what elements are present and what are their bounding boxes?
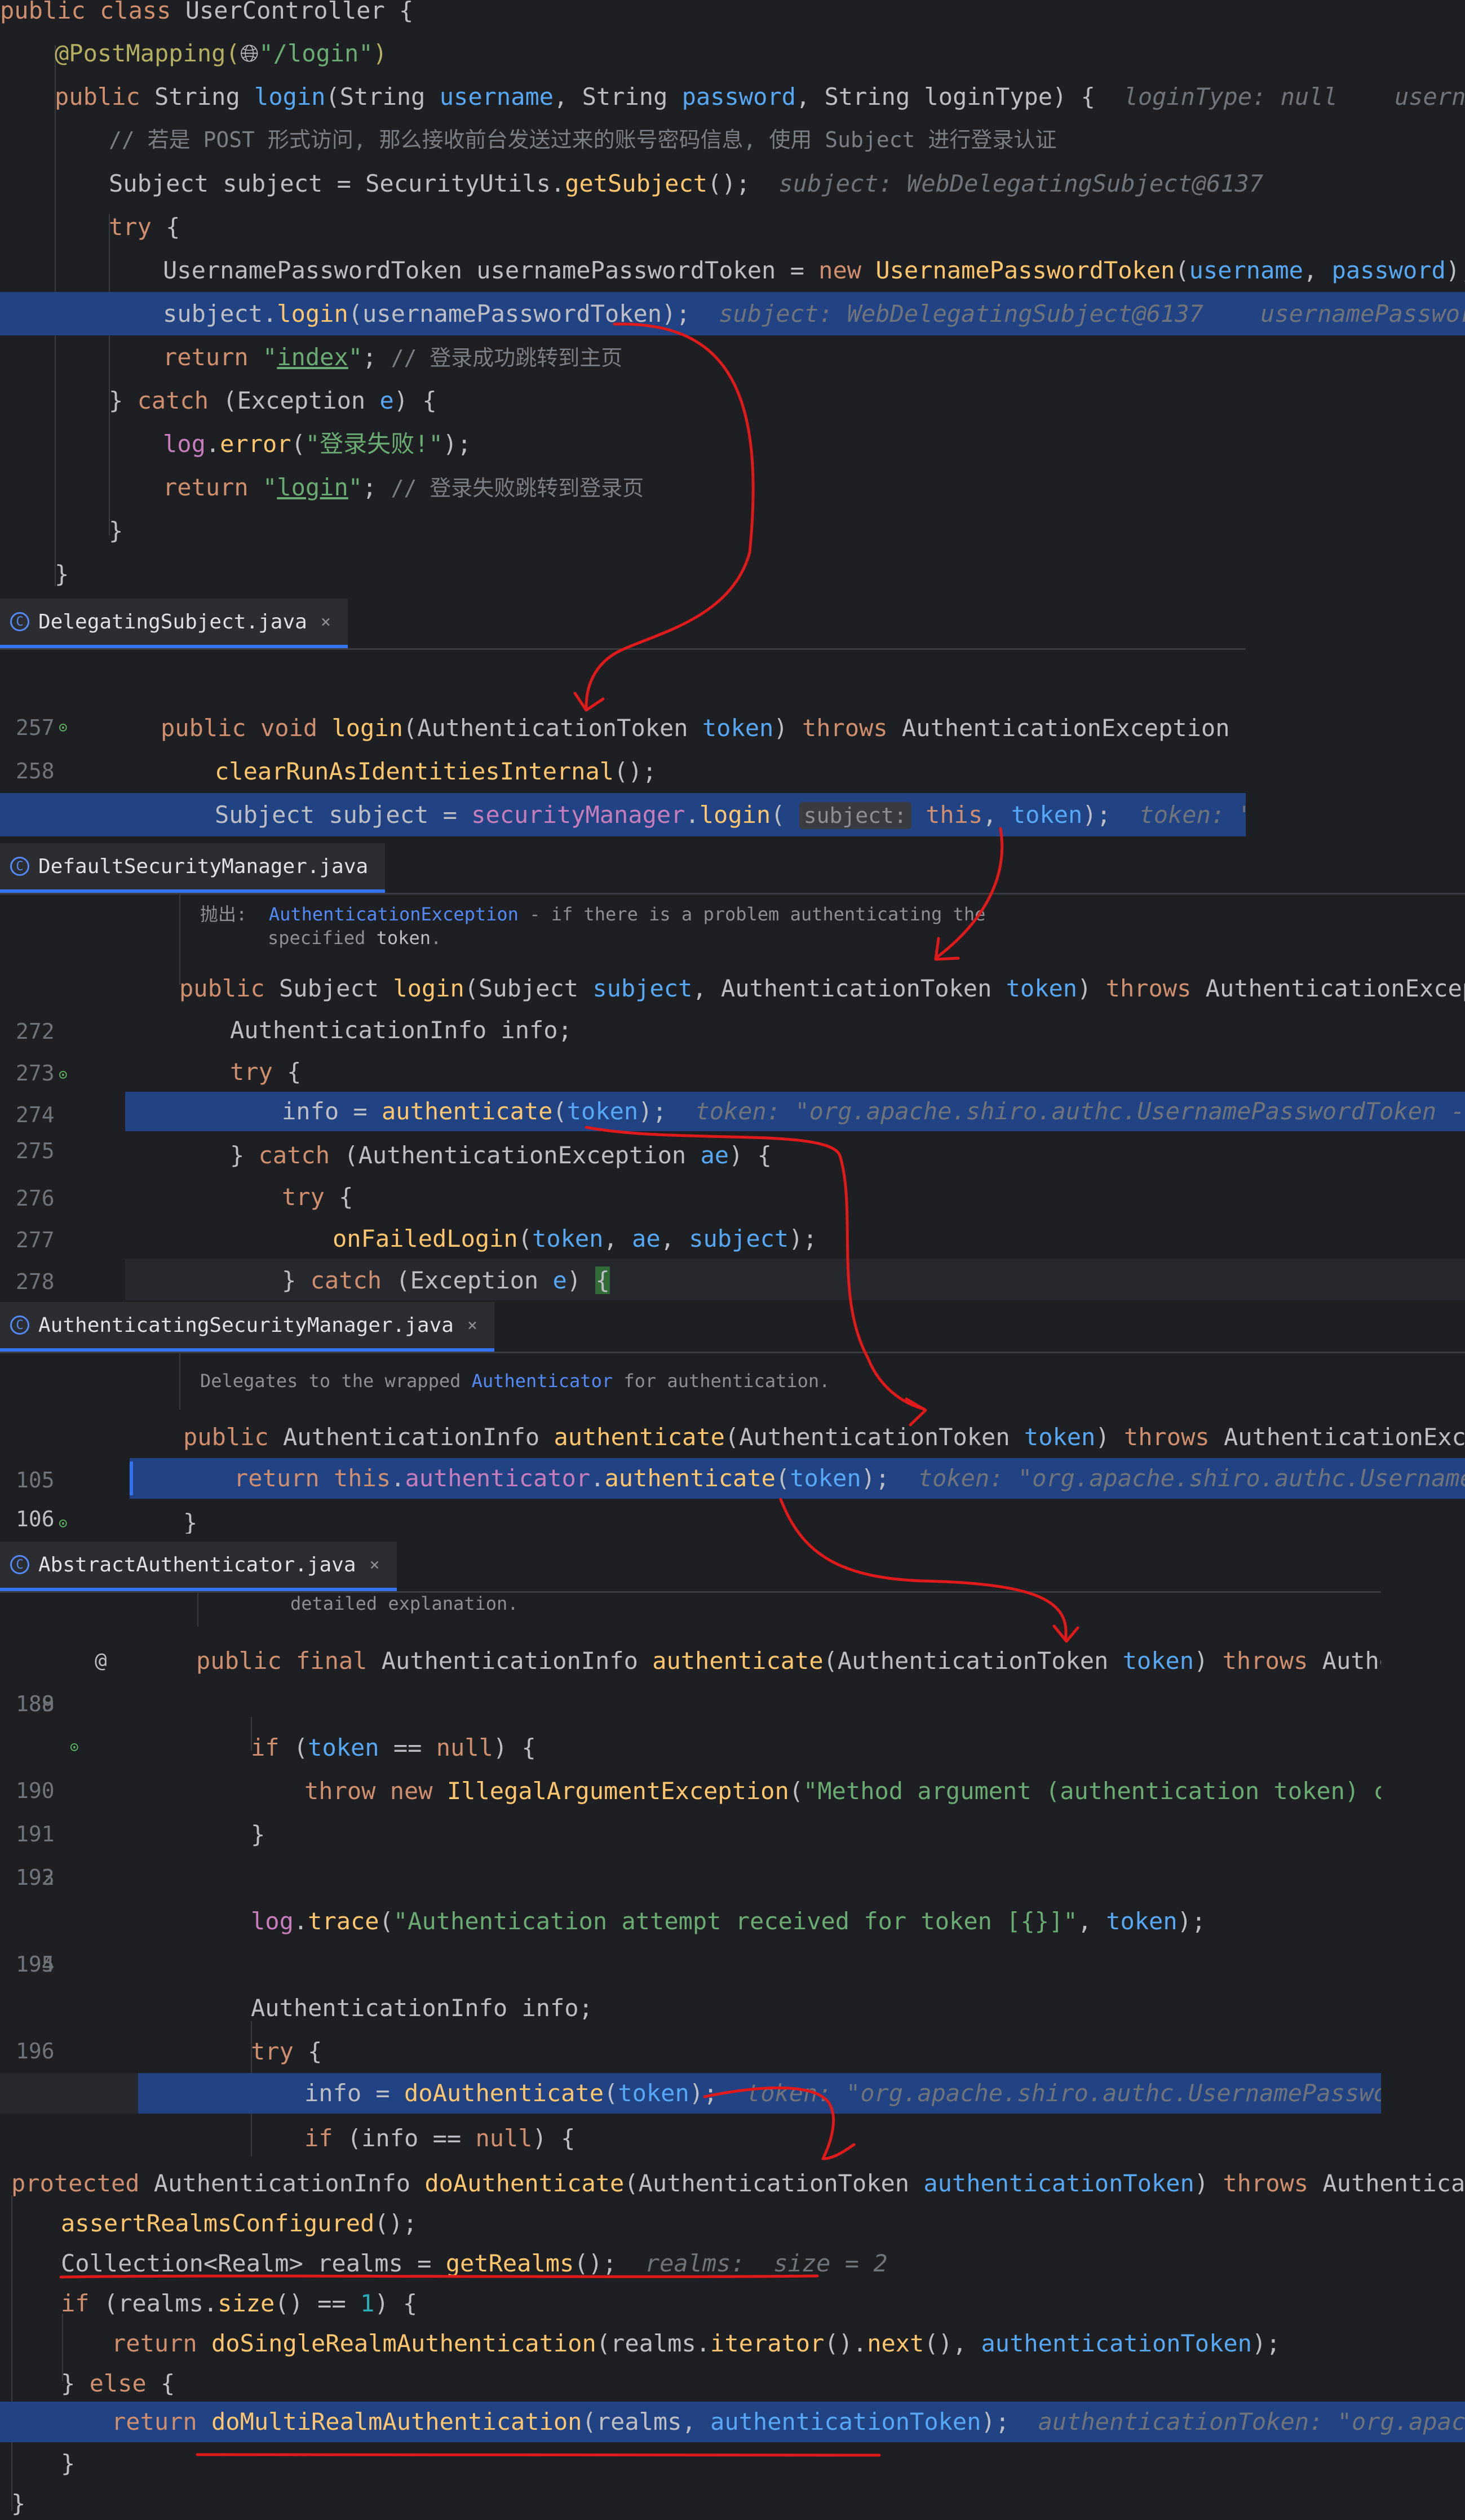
editor-panel-do-authenticate: protected AuthenticationInfo doAuthentic… (0, 2162, 1465, 2520)
code-line[interactable]: 274 try { (0, 1050, 1465, 1127)
code-line[interactable]: Collection<Realm> realms = getRealms(); … (0, 2242, 1465, 2285)
code-line[interactable]: 190 if (token == null) { (0, 1726, 1381, 1803)
code-line-current[interactable]: 275 info = authenticate(token); token: "… (0, 1092, 1465, 1163)
tab-authenticating-security-manager[interactable]: C AuthenticatingSecurityManager.java × (0, 1302, 494, 1352)
code-line[interactable]: } else { (0, 2362, 1465, 2405)
globe-icon[interactable]: 🌐︎ (240, 39, 259, 67)
code-line[interactable]: 192 } (0, 1813, 1381, 1890)
code-line[interactable]: 259 clearRunAsIdentitiesInternal(); (0, 750, 1246, 827)
code-comment[interactable]: // 若是 POST 形式访问, 那么接收前台发送过来的账号密码信息, 使用 S… (0, 118, 1465, 162)
code-line[interactable]: } (0, 552, 1465, 596)
code-line[interactable]: 105 ⊙ public AuthenticationInfo authenti… (0, 1415, 1465, 1532)
parameter-hint: subject: (799, 802, 911, 829)
code-line[interactable]: 199 if (info == null) { (0, 2116, 1381, 2160)
code-line[interactable]: UsernamePasswordToken usernamePasswordTo… (0, 249, 1465, 292)
javadoc: Delegates to the wrapped Authenticator f… (200, 1370, 830, 1392)
code-line-current[interactable]: subject.login(usernamePasswordToken); su… (0, 292, 1465, 335)
tab-label: DelegatingSubject.java (38, 610, 307, 634)
code-line[interactable]: 107 } (0, 1501, 1465, 1534)
editor-panel-usercontroller: public class UserController { @PostMappi… (0, 0, 1465, 597)
code-line[interactable]: 278 onFailedLogin(token, ae, subject); (0, 1217, 1465, 1294)
close-icon[interactable]: × (467, 1316, 477, 1335)
editor-panel-abstract-authenticator: detailed explanation. 188 ⊙ @ public fin… (0, 1593, 1381, 2162)
code-line[interactable]: } (0, 2482, 1465, 2520)
code-line[interactable]: 191 throw new IllegalArgumentException("… (0, 1769, 1381, 1846)
code-line[interactable]: } (0, 509, 1465, 552)
close-icon[interactable]: × (370, 1555, 380, 1575)
code-line[interactable]: 258 ⊙ public void login(AuthenticationTo… (0, 706, 1246, 783)
javadoc: specified token. (268, 927, 442, 949)
code-line[interactable]: 279 } catch (Exception e) { (0, 1259, 1465, 1300)
tab-delegating-subject[interactable]: C DelegatingSubject.java × (0, 599, 348, 648)
tab-default-security-manager[interactable]: C DefaultSecurityManager.java (0, 843, 386, 893)
code-line[interactable]: 277 try { (0, 1175, 1465, 1252)
code-line[interactable]: 193 (0, 1856, 1381, 1899)
tab-label: AbstractAuthenticator.java (38, 1553, 356, 1576)
editor-panel-authenticating-security-manager: Delegates to the wrapped Authenticator f… (0, 1353, 1465, 1534)
code-line[interactable]: @PostMapping(🌐︎"/login") (0, 32, 1465, 75)
code-line[interactable]: 257 (0, 663, 1246, 740)
class-icon: C (10, 857, 29, 876)
code-line[interactable]: if (realms.size() == 1) { (0, 2282, 1465, 2325)
close-icon[interactable]: × (321, 612, 331, 632)
code-line[interactable]: return doSingleRealmAuthentication(realm… (0, 2322, 1465, 2365)
code-line-current[interactable]: return doMultiRealmAuthentication(realms… (0, 2402, 1465, 2442)
code-line[interactable]: } (0, 2442, 1465, 2485)
code-line[interactable]: 189 (0, 1682, 1381, 1726)
code-line-current[interactable]: 198 info = doAuthenticate(token); token:… (0, 2073, 1381, 2114)
class-icon: C (10, 612, 29, 631)
code-line[interactable]: 195 (0, 1943, 1381, 1986)
code-line[interactable]: 196 AuthenticationInfo info; (0, 1986, 1381, 2063)
code-line[interactable]: 276 } catch (AuthenticationException ae)… (0, 1133, 1465, 1211)
code-line[interactable]: log.error("登录失败!"); (0, 422, 1465, 466)
code-line[interactable]: assertRealmsConfigured(); (0, 2202, 1465, 2245)
code-line-current[interactable]: 106 return this.authenticator.authentica… (0, 1458, 1465, 1531)
class-icon: C (10, 1555, 29, 1574)
code-line[interactable]: public class UserController { (0, 0, 1465, 32)
code-line[interactable]: 273 AuthenticationInfo info; (0, 1008, 1465, 1086)
code-line-current[interactable]: 260 Subject subject = securityManager.lo… (0, 793, 1246, 848)
code-line[interactable]: 188 ⊙ @ public final AuthenticationInfo … (0, 1639, 1381, 1756)
tab-label: AuthenticatingSecurityManager.java (38, 1313, 454, 1337)
code-line[interactable]: 272 ⊙ public Subject login(Subject subje… (0, 967, 1465, 1083)
tab-abstract-authenticator[interactable]: C AbstractAuthenticator.java × (0, 1542, 397, 1591)
code-line[interactable]: public String login(String username, Str… (0, 75, 1465, 118)
tab-label: DefaultSecurityManager.java (38, 854, 369, 878)
code-line[interactable]: protected AuthenticationInfo doAuthentic… (0, 2162, 1465, 2205)
editor-panel-default-security-manager: 抛出: AuthenticationException - if there i… (0, 894, 1465, 1300)
editor-panel-delegating-subject: 257 258 ⊙ public void login(Authenticati… (0, 650, 1246, 848)
code-line[interactable]: 197 try { (0, 2030, 1381, 2107)
override-gutter-icon[interactable]: ⊙ (59, 706, 68, 750)
at-gutter-icon[interactable]: @ (95, 1639, 107, 1682)
code-line[interactable]: try { (0, 205, 1465, 249)
javadoc: detailed explanation. (290, 1593, 519, 1614)
javadoc: 抛出: AuthenticationException - if there i… (200, 904, 986, 925)
code-line[interactable]: } catch (Exception e) { (0, 379, 1465, 422)
code-line[interactable]: return "index"; // 登录成功跳转到主页 (0, 335, 1465, 379)
code-line[interactable]: 194 log.trace("Authentication attempt re… (0, 1899, 1381, 1977)
class-icon: C (10, 1316, 29, 1335)
code-line[interactable]: return "login"; // 登录失败跳转到登录页 (0, 466, 1465, 509)
code-line[interactable]: Subject subject = SecurityUtils.getSubje… (0, 162, 1465, 205)
